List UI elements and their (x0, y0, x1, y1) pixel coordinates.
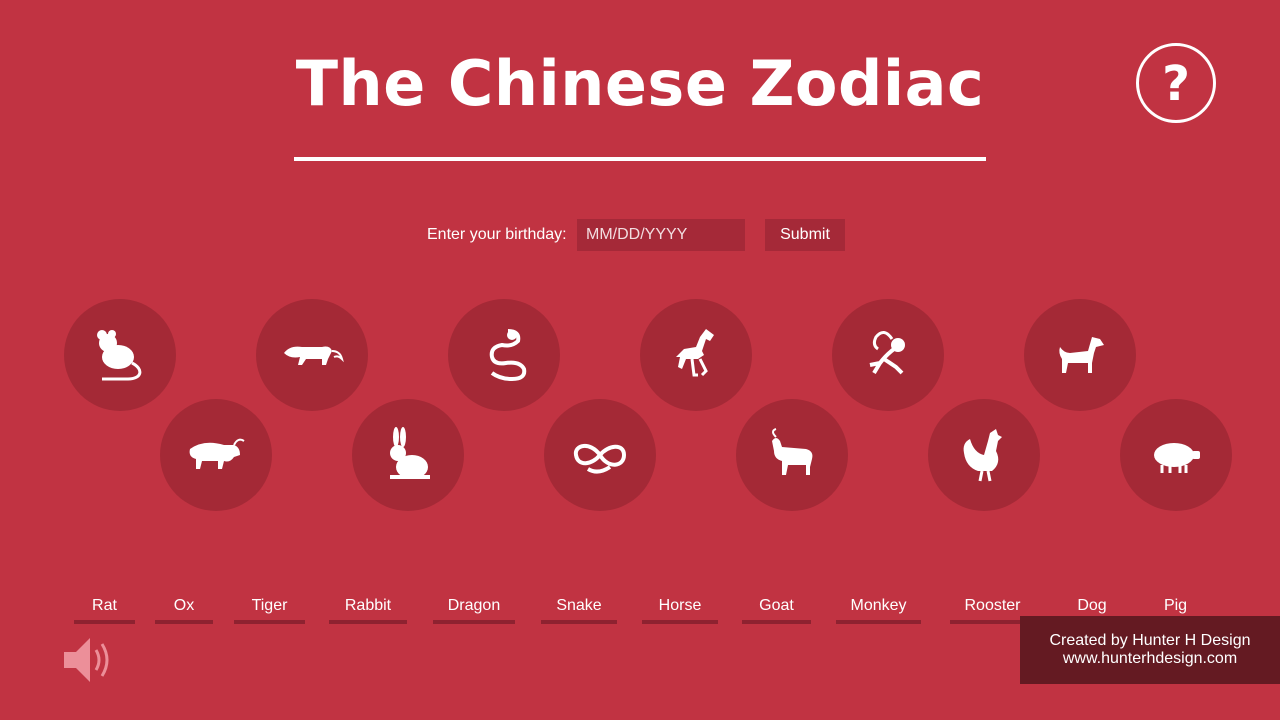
tab-dragon[interactable]: Dragon (433, 596, 515, 624)
help-button[interactable]: ? (1136, 43, 1216, 123)
tiger-icon (284, 346, 344, 365)
goat-icon (772, 428, 813, 475)
rat-circle-button[interactable] (64, 299, 176, 411)
tab-goat[interactable]: Goat (742, 596, 811, 624)
tab-rabbit[interactable]: Rabbit (329, 596, 407, 624)
tab-ox[interactable]: Ox (155, 596, 213, 624)
tab-snake[interactable]: Snake (541, 596, 617, 624)
page-title: The Chinese Zodiac (295, 47, 985, 120)
title-divider (294, 157, 986, 161)
rabbit-icon (390, 427, 430, 479)
credit-box: Created by Hunter H Design www.hunterhde… (1020, 616, 1280, 684)
tab-horse[interactable]: Horse (642, 596, 718, 624)
tab-rat[interactable]: Rat (74, 596, 135, 624)
rooster-circle-button[interactable] (928, 399, 1040, 511)
snake-icon (573, 444, 627, 474)
question-mark-icon: ? (1162, 56, 1190, 112)
horse-circle-button[interactable] (640, 299, 752, 411)
dragon-circle-button[interactable] (448, 299, 560, 411)
monkey-circle-button[interactable] (832, 299, 944, 411)
ox-circle-button[interactable] (160, 399, 272, 511)
pig-icon (1154, 443, 1200, 473)
dragon-icon (489, 329, 527, 382)
snake-circle-button[interactable] (544, 399, 656, 511)
credit-website-link[interactable]: www.hunterhdesign.com (1063, 650, 1237, 667)
credit-line: Created by Hunter H Design (1049, 632, 1251, 649)
ox-icon (189, 438, 245, 469)
birthday-input[interactable] (577, 219, 745, 251)
rat-icon (97, 330, 142, 381)
dog-circle-button[interactable] (1024, 299, 1136, 411)
birthday-label: Enter your birthday: (427, 226, 567, 243)
rooster-icon (963, 429, 1002, 482)
submit-button[interactable]: Submit (765, 219, 845, 251)
speaker-icon[interactable] (62, 634, 116, 686)
rabbit-circle-button[interactable] (352, 399, 464, 511)
tab-tiger[interactable]: Tiger (234, 596, 305, 624)
tiger-circle-button[interactable] (256, 299, 368, 411)
tab-monkey[interactable]: Monkey (836, 596, 921, 624)
monkey-icon (869, 331, 905, 375)
goat-circle-button[interactable] (736, 399, 848, 511)
pig-circle-button[interactable] (1120, 399, 1232, 511)
horse-icon (676, 329, 714, 377)
dog-icon (1059, 337, 1104, 373)
